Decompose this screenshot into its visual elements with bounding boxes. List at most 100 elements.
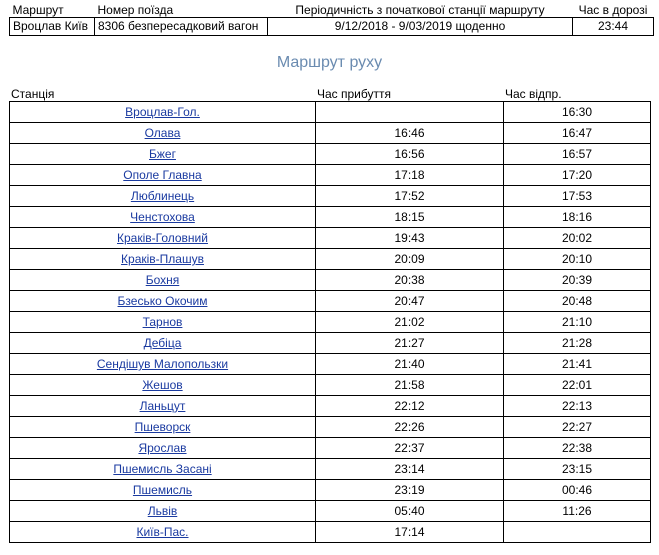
station-link[interactable]: Тарнов — [143, 315, 183, 329]
arrival-time: 19:43 — [315, 227, 504, 249]
header-departure: Час відпр. — [505, 87, 562, 101]
station-link[interactable]: Вроцлав-Гол. — [125, 105, 200, 119]
table-row: Олава 16:46 16:47 — [9, 122, 651, 144]
departure-time: 21:41 — [503, 353, 651, 375]
station-link[interactable]: Олава — [145, 126, 181, 140]
station-link[interactable]: Пшемисль Засані — [113, 462, 211, 476]
departure-time: 17:20 — [503, 164, 651, 186]
departure-time: 22:13 — [503, 395, 651, 417]
station-link[interactable]: Львів — [148, 504, 178, 518]
arrival-time: 16:56 — [315, 143, 504, 165]
table-row: Тарнов 21:02 21:10 — [9, 311, 651, 333]
station-cell: Жешов — [9, 374, 316, 396]
station-cell: Пшемисль — [9, 479, 316, 501]
arrival-time: 22:12 — [315, 395, 504, 417]
arrival-time: 17:52 — [315, 185, 504, 207]
departure-time: 16:47 — [503, 122, 651, 144]
station-link[interactable]: Люблинець — [131, 189, 194, 203]
arrival-time: 21:58 — [315, 374, 504, 396]
station-link[interactable]: Краків-Плашув — [121, 252, 204, 266]
arrival-time: 21:02 — [315, 311, 504, 333]
station-cell: Бохня — [9, 269, 316, 291]
arrival-time: 22:37 — [315, 437, 504, 459]
station-cell: Київ-Пас. — [9, 521, 316, 543]
summary-header-row: Маршрут Номер поїзда Періодичність з поч… — [10, 4, 654, 18]
summary-header-travel-time: Час в дорозі — [578, 3, 648, 17]
departure-time: 22:27 — [503, 416, 651, 438]
station-cell: Бжег — [9, 143, 316, 165]
station-cell: Краків-Головний — [9, 227, 316, 249]
departure-time: 22:38 — [503, 437, 651, 459]
station-link[interactable]: Пшеворск — [135, 420, 191, 434]
station-link[interactable]: Дебіца — [144, 336, 182, 350]
station-link[interactable]: Київ-Пас. — [136, 525, 188, 539]
table-row: Ченстохова 18:15 18:16 — [9, 206, 651, 228]
summary-travel-time: 23:44 — [572, 17, 654, 36]
summary-header-periodicity: Періодичність з початкової станції маршр… — [295, 3, 545, 17]
station-link[interactable]: Ополе Главна — [123, 168, 201, 182]
summary-periodicity: 9/12/2018 - 9/03/2019 щоденно — [267, 17, 573, 36]
station-link[interactable]: Бзесько Окочим — [118, 294, 208, 308]
table-row: Львів 05:40 11:26 — [9, 500, 651, 522]
departure-time — [503, 521, 651, 543]
table-row: Жешов 21:58 22:01 — [9, 374, 651, 396]
departure-time: 20:39 — [503, 269, 651, 291]
table-row: Пшемисль 23:19 00:46 — [9, 479, 651, 501]
station-cell: Тарнов — [9, 311, 316, 333]
station-link[interactable]: Пшемисль — [133, 483, 192, 497]
station-cell: Дебіца — [9, 332, 316, 354]
station-link[interactable]: Краків-Головний — [117, 231, 208, 245]
train-summary-table: Маршрут Номер поїзда Періодичність з поч… — [9, 4, 654, 36]
table-row: Київ-Пас. 17:14 — [9, 521, 651, 543]
station-cell: Пшемисль Засані — [9, 458, 316, 480]
station-link[interactable]: Бжег — [149, 147, 176, 161]
station-cell: Люблинець — [9, 185, 316, 207]
route-table: Вроцлав-Гол. 16:30 Олава 16:46 16:47 Бжег 16:5… — [9, 101, 651, 543]
table-row: Бжег 16:56 16:57 — [9, 143, 651, 165]
arrival-time: 17:14 — [315, 521, 504, 543]
departure-time: 16:30 — [503, 101, 651, 123]
departure-time: 22:01 — [503, 374, 651, 396]
table-row: Ополе Главна 17:18 17:20 — [9, 164, 651, 186]
departure-time: 16:57 — [503, 143, 651, 165]
station-link[interactable]: Ченстохова — [130, 210, 195, 224]
arrival-time: 22:26 — [315, 416, 504, 438]
arrival-time: 21:40 — [315, 353, 504, 375]
station-cell: Ополе Главна — [9, 164, 316, 186]
arrival-time: 23:19 — [315, 479, 504, 501]
station-link[interactable]: Сендішув Малопользки — [97, 357, 228, 371]
summary-header-train-number: Номер поїзда — [97, 3, 174, 17]
station-cell: Сендішув Малопользки — [9, 353, 316, 375]
departure-time: 21:28 — [503, 332, 651, 354]
departure-time: 21:10 — [503, 311, 651, 333]
station-link[interactable]: Ланьцут — [140, 399, 186, 413]
station-link[interactable]: Бохня — [146, 273, 180, 287]
departure-time: 20:10 — [503, 248, 651, 270]
table-row: Пшемисль Засані 23:14 23:15 — [9, 458, 651, 480]
station-link[interactable]: Жешов — [142, 378, 182, 392]
table-row: Краків-Плашув 20:09 20:10 — [9, 248, 651, 270]
departure-time: 20:48 — [503, 290, 651, 312]
station-link[interactable]: Ярослав — [138, 441, 186, 455]
departure-time: 23:15 — [503, 458, 651, 480]
arrival-time: 17:18 — [315, 164, 504, 186]
station-cell: Ланьцут — [9, 395, 316, 417]
arrival-time: 18:15 — [315, 206, 504, 228]
table-row: Пшеворск 22:26 22:27 — [9, 416, 651, 438]
header-station: Станція — [11, 87, 55, 101]
departure-time: 18:16 — [503, 206, 651, 228]
arrival-time: 20:38 — [315, 269, 504, 291]
arrival-time: 16:46 — [315, 122, 504, 144]
station-cell: Краків-Плашув — [9, 248, 316, 270]
station-cell: Олава — [9, 122, 316, 144]
header-arrival: Час прибуття — [317, 87, 391, 101]
station-cell: Ченстохова — [9, 206, 316, 228]
table-row: Вроцлав-Гол. 16:30 — [9, 101, 651, 123]
summary-train-number: 8306 безпересадковий вагон — [94, 17, 268, 36]
arrival-time: 23:14 — [315, 458, 504, 480]
table-row: Бохня 20:38 20:39 — [9, 269, 651, 291]
arrival-time — [315, 101, 504, 123]
table-row: Люблинець 17:52 17:53 — [9, 185, 651, 207]
route-table-header: Станція Час прибуття Час відпр. — [9, 87, 653, 101]
table-row: Бзесько Окочим 20:47 20:48 — [9, 290, 651, 312]
